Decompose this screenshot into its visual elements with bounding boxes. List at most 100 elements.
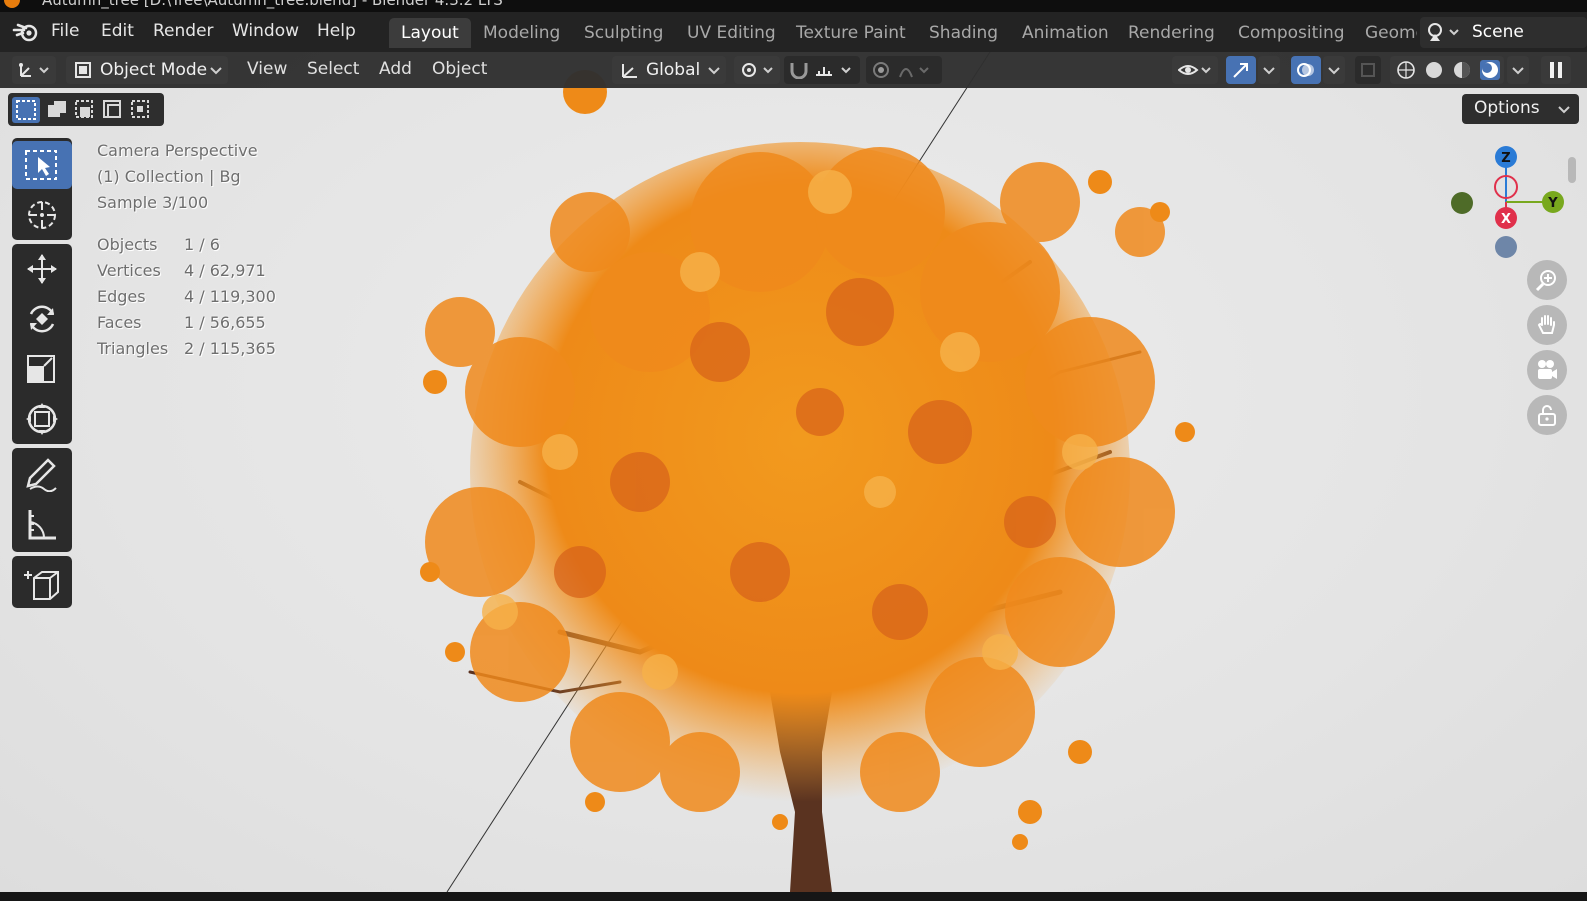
status-bar [0,892,1587,901]
object-mode-icon [75,62,91,78]
add-cube-icon [24,571,59,600]
sample-text: Sample 3/100 [97,193,209,212]
options-dropdown[interactable]: Options [1462,94,1579,124]
menu-file[interactable]: File [51,21,79,41]
transform-orientation-label: Global [646,60,701,80]
tool-select-box[interactable] [12,141,72,189]
scale-icon [27,355,55,383]
selection-mode-icons [12,97,149,123]
menu-edit[interactable]: Edit [101,21,134,41]
object-mode-dropdown[interactable]: Object Mode [66,56,228,84]
overlays-dropdown[interactable] [1323,56,1345,84]
window-title: Autumn_tree [D:\Tree\Autumn_tree.blend] … [42,0,503,9]
orientation-axes-icon [622,64,637,78]
chevron-down-icon [1328,67,1340,75]
tab-shading[interactable]: Shading [917,18,1010,48]
gizmo-x-label: X [1501,212,1511,227]
viewport-scrollbar[interactable] [1568,157,1576,183]
stat-objects-label: Objects [97,235,158,254]
visibility-dropdown[interactable] [1172,56,1218,84]
camera-view-button[interactable] [1527,350,1567,390]
gizmo-neg-y-handle[interactable] [1451,192,1473,214]
lock-camera-button[interactable] [1527,395,1567,435]
tool-scale[interactable] [12,344,72,392]
zoom-button[interactable] [1527,260,1567,300]
chevron-down-icon [210,67,222,75]
zoom-icon [1535,270,1556,292]
menu-select[interactable]: Select [307,59,359,79]
overlays-icon [1297,63,1314,77]
tool-annotate[interactable] [12,450,72,498]
tab-rendering[interactable]: Rendering [1116,18,1227,48]
toolbar-select-group [12,138,72,240]
tool-measure[interactable] [12,500,72,548]
stat-faces-value: 1 / 56,655 [184,313,266,332]
snapping-group[interactable] [784,56,860,84]
blender-logo-icon[interactable] [12,20,40,44]
scene-selector[interactable]: Scene [1420,17,1587,48]
3d-viewport[interactable]: Object Mode View Select Add Object Globa… [0,52,1587,892]
editor-type-button[interactable] [12,56,56,84]
menu-render[interactable]: Render [153,21,214,41]
camera-view-icon [1538,360,1557,379]
tool-add-cube[interactable] [12,558,72,606]
tool-rotate[interactable] [12,294,72,342]
chevron-down-icon [1263,67,1275,75]
chevron-down-icon [1558,106,1570,114]
menu-window[interactable]: Window [232,21,299,41]
xray-icon [1361,63,1375,77]
tool-move[interactable] [12,244,72,292]
overlays-toggle-button[interactable] [1291,56,1321,84]
eye-icon [1178,65,1211,75]
navigation-gizmo[interactable]: Z Y X [1430,140,1570,264]
snap-increment-icon [816,67,851,76]
tab-uv-editing[interactable]: UV Editing [675,18,788,48]
pan-hand-icon [1537,315,1555,334]
editor-type-icon [19,63,49,77]
options-label: Options [1474,98,1540,118]
gizmo-z-handle[interactable]: Z [1495,146,1517,168]
tab-texture-paint[interactable]: Texture Paint [784,18,918,48]
object-mode-label: Object Mode [100,60,208,80]
gizmo-neg-z-handle[interactable] [1495,236,1517,258]
transform-orientation-dropdown[interactable]: Global [612,56,726,84]
stat-edges-value: 4 / 119,300 [184,287,276,306]
blender-app-icon [4,0,20,8]
pause-render-button[interactable] [1541,56,1571,84]
gizmo-dropdown[interactable] [1258,56,1280,84]
gizmo-toggle-button[interactable] [1226,56,1256,84]
shading-mode-group[interactable] [1390,56,1504,84]
shading-dropdown[interactable] [1507,56,1529,84]
shading-modes-icon [1397,60,1500,80]
tab-compositing[interactable]: Compositing [1226,18,1357,48]
gizmo-x-handle[interactable]: X [1495,207,1517,229]
menu-help[interactable]: Help [317,21,356,41]
toolbar-transform-group [12,244,72,444]
tab-animation[interactable]: Animation [1010,18,1121,48]
stat-vertices-label: Vertices [97,261,161,280]
xray-toggle-button[interactable] [1355,56,1381,84]
tab-geometry-nodes[interactable]: Geome [1353,18,1417,48]
chevron-down-icon [1512,67,1524,75]
gizmo-y-handle[interactable]: Y [1542,191,1564,213]
stat-vertices-value: 4 / 62,971 [184,261,266,280]
pivot-point-dropdown[interactable] [734,56,780,84]
tab-sculpting[interactable]: Sculpting [572,18,675,48]
tab-layout[interactable]: Layout [389,18,471,48]
top-header: File Edit Render Window Help Layout Mode… [0,12,1587,52]
tool-cursor[interactable] [12,190,72,238]
window-titlebar: Autumn_tree [D:\Tree\Autumn_tree.blend] … [0,0,1587,12]
toolbar-annotate-group [12,448,72,552]
menu-add[interactable]: Add [379,59,412,79]
menu-object[interactable]: Object [432,59,487,79]
gizmo-icon [1233,63,1248,78]
tool-transform[interactable] [12,394,72,442]
move-icon [27,254,57,284]
gizmo-z-label: Z [1501,151,1510,166]
stat-faces-label: Faces [97,313,142,332]
pan-button[interactable] [1527,305,1567,345]
tab-modeling[interactable]: Modeling [471,18,572,48]
chevron-down-icon [708,67,720,75]
menu-view[interactable]: View [247,59,287,79]
proportional-editing-group[interactable] [866,56,942,84]
